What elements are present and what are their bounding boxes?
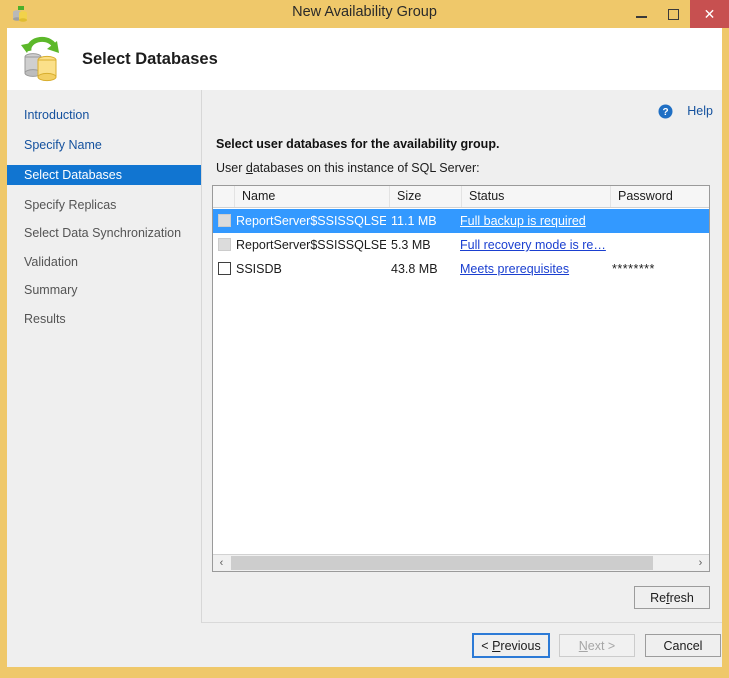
cell-password[interactable]: ********: [612, 257, 707, 281]
databases-sync-icon: [17, 35, 69, 83]
cell-size: 5.3 MB: [391, 238, 431, 252]
cell-password[interactable]: [612, 209, 707, 233]
sidebar-item-select-data-sync[interactable]: Select Data Synchronization: [7, 223, 201, 243]
sidebar-item-introduction[interactable]: Introduction: [7, 105, 201, 125]
next-label-after: ext >: [587, 638, 616, 653]
table-row[interactable]: ReportServer$SSISSQLSER… 5.3 MB Full rec…: [213, 233, 709, 257]
instruction-sub-after: atabases on this instance of SQL Server:: [252, 161, 480, 175]
scrollbar-thumb[interactable]: [231, 556, 653, 570]
window-title: New Availability Group: [292, 4, 437, 20]
cancel-button[interactable]: Cancel: [645, 634, 721, 657]
column-header-status[interactable]: Status: [462, 186, 611, 207]
title-bar: New Availability Group ✕: [0, 0, 729, 28]
refresh-label-after: resh: [669, 590, 694, 605]
previous-label-before: <: [481, 638, 493, 653]
maximize-icon: [668, 9, 679, 20]
dialog-window: New Availability Group ✕ Select Database…: [0, 0, 729, 678]
sidebar-item-specify-replicas[interactable]: Specify Replicas: [7, 195, 201, 215]
databases-listview[interactable]: Name Size Status Password ReportServer$S…: [212, 185, 710, 572]
minimize-button[interactable]: [626, 0, 656, 28]
next-label-accel: N: [578, 638, 588, 653]
next-button: Next >: [559, 634, 635, 657]
instruction-subtext: User databases on this instance of SQL S…: [216, 161, 480, 175]
help-label: Help: [687, 104, 713, 118]
cell-name: ReportServer$SSISSQLSER…: [236, 214, 386, 228]
sidebar-item-validation[interactable]: Validation: [7, 252, 201, 272]
refresh-button[interactable]: Refresh: [634, 586, 710, 609]
cell-status: Full backup is required: [460, 209, 610, 233]
sidebar-item-summary[interactable]: Summary: [7, 280, 201, 300]
sidebar-item-select-databases[interactable]: Select Databases: [7, 165, 201, 185]
cell-status: Full recovery mode is re…: [460, 233, 610, 257]
scroll-left-icon[interactable]: ‹: [213, 555, 230, 571]
status-link[interactable]: Meets prerequisites: [460, 262, 569, 276]
close-button[interactable]: ✕: [690, 0, 729, 28]
status-link[interactable]: Full recovery mode is re…: [460, 238, 606, 252]
cell-status: Meets prerequisites: [460, 257, 610, 281]
close-icon: ✕: [703, 6, 716, 22]
maximize-button[interactable]: [658, 0, 688, 28]
instruction-sub-accel: d: [245, 161, 253, 175]
instruction-sub-before: User: [216, 161, 246, 175]
listview-header: Name Size Status Password: [213, 186, 709, 208]
previous-label-after: revious: [500, 638, 541, 653]
row-checkbox[interactable]: [218, 262, 231, 275]
table-row[interactable]: ReportServer$SSISSQLSER… 11.1 MB Full ba…: [213, 209, 709, 233]
page-title: Select Databases: [82, 50, 218, 68]
sidebar-item-specify-name[interactable]: Specify Name: [7, 135, 201, 155]
cell-name: SSISDB: [236, 262, 282, 276]
column-header-password[interactable]: Password: [611, 186, 709, 207]
sidebar-item-results[interactable]: Results: [7, 309, 201, 329]
row-checkbox[interactable]: [218, 238, 231, 251]
cell-size: 11.1 MB: [391, 214, 437, 228]
minimize-icon: [636, 16, 647, 18]
dialog-footer: < Previous Next > Cancel: [7, 623, 722, 667]
cell-size: 43.8 MB: [391, 262, 438, 276]
row-checkbox[interactable]: [218, 214, 231, 227]
column-header-name[interactable]: Name: [235, 186, 390, 207]
scroll-right-icon[interactable]: ›: [692, 555, 709, 571]
page-header: Select Databases: [7, 28, 722, 90]
status-link[interactable]: Full backup is required: [460, 214, 586, 228]
refresh-label-before: Re: [650, 590, 667, 605]
wizard-sidebar: Introduction Specify Name Select Databas…: [7, 90, 202, 639]
table-row[interactable]: SSISDB 43.8 MB Meets prerequisites *****…: [213, 257, 709, 281]
column-header-size[interactable]: Size: [390, 186, 462, 207]
previous-button[interactable]: < Previous: [472, 633, 550, 658]
cell-name: ReportServer$SSISSQLSER…: [236, 238, 386, 252]
column-header-check[interactable]: [213, 186, 235, 207]
svg-text:?: ?: [662, 107, 668, 118]
cell-password[interactable]: [612, 233, 707, 257]
horizontal-scrollbar[interactable]: ‹ ›: [213, 554, 709, 571]
help-circle-icon: ?: [658, 104, 673, 119]
instruction-heading: Select user databases for the availabili…: [216, 137, 500, 151]
